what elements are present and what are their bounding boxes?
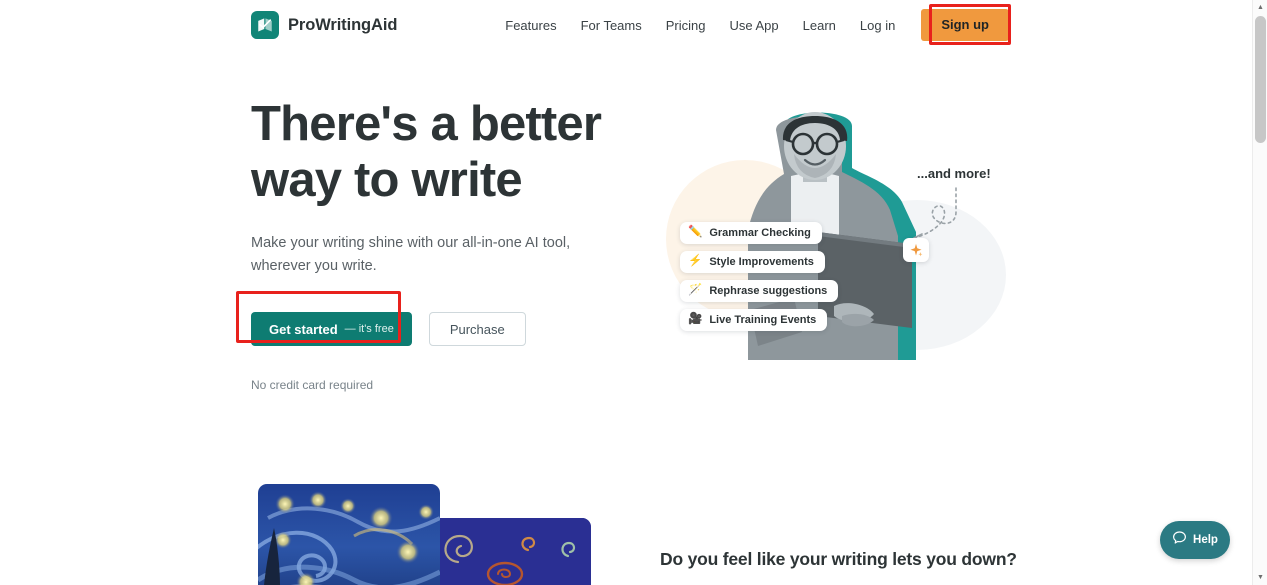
- site-header: ProWritingAid Features For Teams Pricing…: [0, 0, 1252, 49]
- nav-link-for-teams[interactable]: For Teams: [569, 11, 654, 40]
- feature-label: Rephrase suggestions: [709, 285, 828, 297]
- feature-chip-list: ✏️ Grammar Checking ⚡ Style Improvements…: [680, 222, 839, 331]
- scrollbar-thumb[interactable]: [1255, 16, 1266, 143]
- book-logo-icon: [251, 11, 279, 39]
- hero-cta-row: Get started — it's free Purchase: [251, 312, 641, 346]
- nav-link-features[interactable]: Features: [493, 11, 568, 40]
- help-widget-button[interactable]: Help: [1160, 521, 1230, 559]
- sparkle-icon: [903, 238, 929, 262]
- no-credit-card-note: No credit card required: [251, 378, 374, 392]
- vertical-scrollbar[interactable]: ▲ ▼: [1252, 0, 1267, 585]
- feature-label: Grammar Checking: [709, 227, 811, 239]
- chat-bubble-icon: [1172, 530, 1187, 550]
- lightning-icon: ⚡: [688, 255, 703, 268]
- hero-copy: There's a better way to write Make your …: [251, 96, 641, 392]
- feature-label: Live Training Events: [709, 314, 817, 326]
- feature-label: Style Improvements: [709, 256, 814, 268]
- hero-subtitle: Make your writing shine with our all-in-…: [251, 235, 571, 274]
- magic-wand-icon: 🪄: [688, 284, 703, 297]
- nav-link-log-in[interactable]: Log in: [848, 11, 907, 40]
- feature-chip-grammar-checking: ✏️ Grammar Checking: [680, 222, 822, 244]
- brand-name: ProWritingAid: [288, 15, 398, 34]
- feature-chip-style-improvements: ⚡ Style Improvements: [680, 251, 825, 273]
- nav-link-use-app[interactable]: Use App: [718, 11, 791, 40]
- get-started-button[interactable]: Get started — it's free: [251, 312, 412, 346]
- get-started-sublabel: — it's free: [344, 323, 394, 335]
- nav-link-learn[interactable]: Learn: [791, 11, 848, 40]
- pencil-icon: ✏️: [688, 226, 703, 239]
- get-started-label: Get started: [269, 321, 338, 337]
- page-title: There's a better way to write: [251, 97, 602, 207]
- feature-chip-rephrase-suggestions: 🪄 Rephrase suggestions: [680, 280, 839, 302]
- nav-link-pricing[interactable]: Pricing: [654, 11, 718, 40]
- and-more-label: ...and more!: [917, 166, 991, 181]
- section-heading: Do you feel like your writing lets you d…: [660, 549, 1017, 569]
- scroll-up-arrow-icon[interactable]: ▲: [1253, 0, 1267, 15]
- help-label: Help: [1193, 534, 1218, 546]
- feature-chip-live-training-events: 🎥 Live Training Events: [680, 309, 828, 331]
- brand-logo-link[interactable]: ProWritingAid: [251, 11, 397, 39]
- signup-button[interactable]: Sign up: [921, 9, 1009, 42]
- page-viewport: ProWritingAid Features For Teams Pricing…: [0, 0, 1252, 585]
- movie-camera-icon: 🎥: [688, 313, 703, 326]
- blue-doodle-card: [428, 518, 591, 585]
- purchase-button[interactable]: Purchase: [428, 312, 526, 346]
- signup-button-wrapper: Sign up: [921, 9, 1009, 42]
- browser-page: ProWritingAid Features For Teams Pricing…: [0, 0, 1267, 585]
- scroll-down-arrow-icon[interactable]: ▼: [1253, 570, 1267, 585]
- starry-night-card: [258, 484, 440, 585]
- hero-illustration: ✏️ Grammar Checking ⚡ Style Improvements…: [660, 108, 1010, 370]
- main-navigation: Features For Teams Pricing Use App Learn…: [493, 9, 1009, 42]
